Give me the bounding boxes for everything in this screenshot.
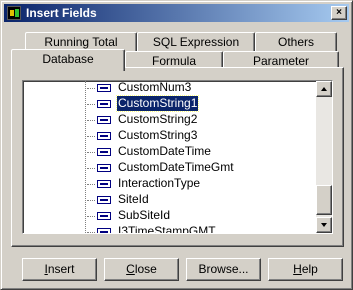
database-field-icon [97, 228, 111, 233]
list-item[interactable]: CustomString3 [87, 128, 317, 144]
title-bar: Insert Fields × [4, 4, 349, 22]
close-window-button[interactable]: × [331, 6, 347, 20]
database-field-icon [97, 100, 111, 108]
field-label: CustomDateTimeGmt [118, 160, 234, 174]
scroll-up-button[interactable] [316, 81, 332, 97]
field-label: SiteId [118, 192, 149, 206]
database-field-icon [97, 132, 111, 140]
tree-connector-line [85, 81, 86, 233]
field-label: CustomString1 [115, 95, 200, 112]
insert-button[interactable]: Insert [22, 258, 97, 281]
tab-sql-expression[interactable]: SQL Expression [137, 32, 255, 52]
list-item[interactable]: SubSiteId [87, 208, 317, 224]
scrollbar-thumb[interactable] [316, 185, 332, 215]
database-field-icon [97, 180, 111, 188]
browse-button[interactable]: Browse... [186, 258, 261, 281]
window-title: Insert Fields [26, 6, 97, 20]
field-label: InteractionType [118, 176, 201, 190]
field-label: SubSiteId [118, 208, 171, 222]
database-field-icon [97, 116, 111, 124]
scroll-down-button[interactable] [316, 217, 332, 233]
field-label: CustomNum3 [118, 80, 192, 94]
tab-others[interactable]: Others [255, 32, 337, 52]
database-field-icon [97, 148, 111, 156]
list-item[interactable]: CustomDateTimeGmt [87, 160, 317, 176]
database-field-icon [97, 196, 111, 204]
insert-fields-dialog: Insert Fields × Running Total SQL Expres… [0, 0, 353, 290]
field-label: CustomString3 [118, 128, 198, 142]
list-item[interactable]: CustomNum3 [87, 80, 317, 96]
list-item[interactable]: CustomDateTime [87, 144, 317, 160]
field-label: CustomDateTime [118, 144, 211, 158]
database-field-icon [97, 164, 111, 172]
close-button[interactable]: Close [104, 258, 179, 281]
help-button[interactable]: Help [268, 258, 343, 281]
list-item-selected[interactable]: CustomString1 [87, 95, 317, 112]
close-icon: × [336, 7, 342, 18]
field-label: I3TimeStampGMT [118, 224, 216, 234]
vertical-scrollbar[interactable] [316, 81, 332, 233]
arrow-down-icon [321, 223, 327, 227]
tab-label: Running Total [44, 35, 118, 49]
tab-label: Formula [151, 54, 196, 68]
field-label: CustomString2 [118, 112, 198, 126]
tab-label: Others [277, 35, 314, 49]
list-item[interactable]: InteractionType [87, 176, 317, 192]
list-item[interactable]: SiteId [87, 192, 317, 208]
database-field-icon [97, 212, 111, 220]
list-item[interactable]: I3TimeStampGMT [87, 224, 317, 234]
list-item[interactable]: CustomString2 [87, 112, 317, 128]
tab-label: Database [42, 52, 94, 66]
field-tree-list[interactable]: CustomNum3 CustomString1 CustomString2 C… [22, 80, 333, 234]
arrow-up-icon [321, 87, 327, 91]
tab-panel-database: CustomNum3 CustomString1 CustomString2 C… [11, 67, 344, 247]
database-field-icon [97, 84, 111, 92]
app-icon [7, 6, 21, 20]
tab-database[interactable]: Database [11, 49, 125, 71]
tab-label: SQL Expression [152, 35, 240, 49]
tab-label: Parameter [252, 54, 310, 68]
